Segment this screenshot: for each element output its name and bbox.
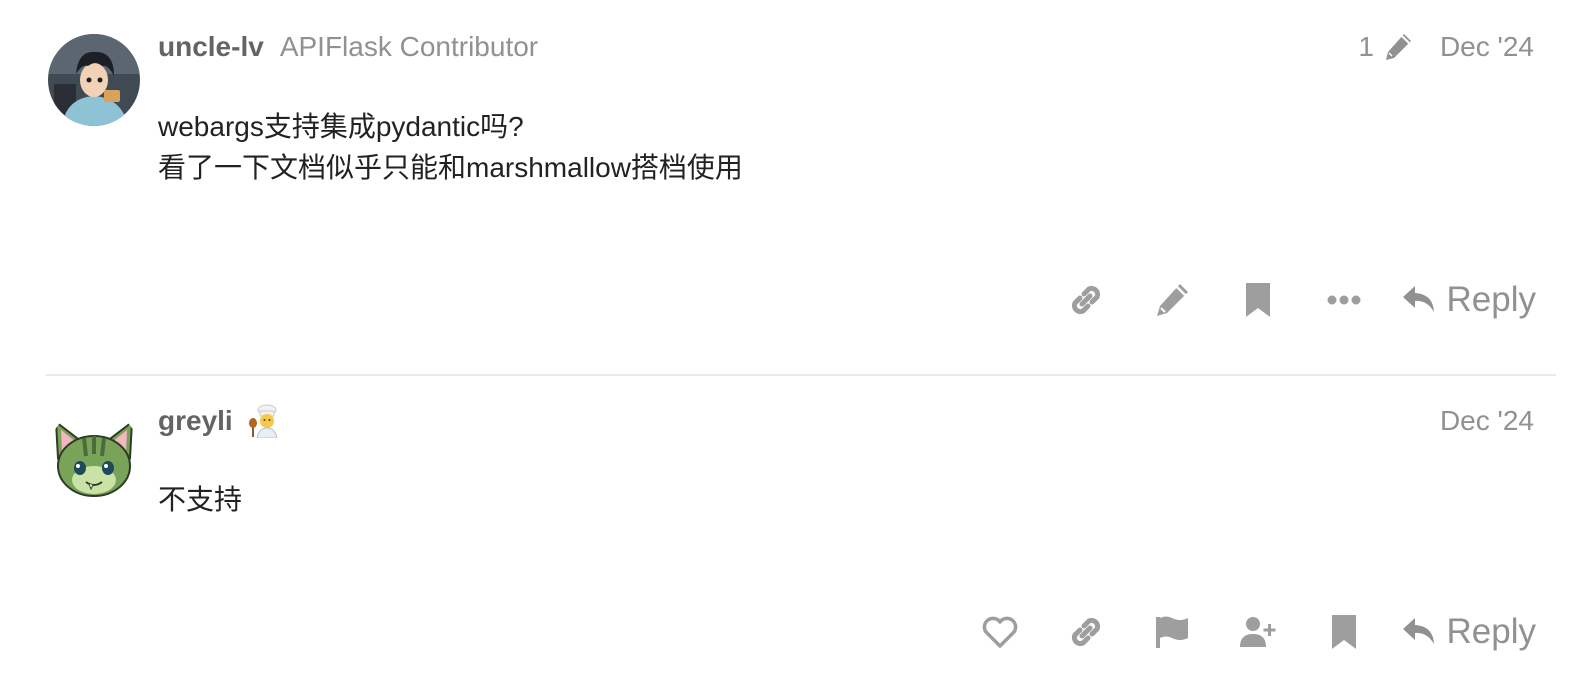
post-meta-right: Dec '24 bbox=[1440, 405, 1534, 437]
flag-icon bbox=[1155, 616, 1188, 648]
pencil-icon bbox=[1156, 284, 1188, 316]
heart-icon bbox=[982, 616, 1017, 648]
link-icon bbox=[1071, 617, 1100, 647]
reply-icon bbox=[1402, 286, 1434, 312]
post-date[interactable]: Dec '24 bbox=[1440, 405, 1534, 437]
post-actions: Reply bbox=[957, 607, 1536, 657]
user-plus-icon bbox=[1239, 617, 1276, 647]
post-body-line: 不支持 bbox=[158, 484, 243, 515]
post-date[interactable]: Dec '24 bbox=[1440, 31, 1534, 63]
post-meta: greyli Dec '24 bbox=[158, 401, 1534, 441]
username[interactable]: uncle-lv bbox=[158, 31, 264, 63]
edit-count: 1 bbox=[1358, 31, 1374, 62]
avatar[interactable] bbox=[48, 34, 140, 126]
flag-button[interactable] bbox=[1129, 607, 1215, 657]
reply-label: Reply bbox=[1446, 612, 1536, 651]
username[interactable]: greyli bbox=[158, 405, 233, 437]
post-body-line: webargs支持集成pydantic吗? bbox=[158, 111, 524, 142]
edit-button[interactable] bbox=[1129, 275, 1215, 325]
post-body-line: 看了一下文档似乎只能和marshmallow搭档使用 bbox=[158, 152, 743, 183]
avatar-image bbox=[48, 408, 140, 500]
cook-emoji-icon bbox=[248, 404, 281, 439]
post-actions: Reply bbox=[1043, 275, 1536, 325]
post-meta: uncle-lv APIFlask Contributor 1 Dec '24 bbox=[158, 27, 1534, 67]
link-icon bbox=[1071, 285, 1100, 315]
reply-label: Reply bbox=[1446, 280, 1536, 319]
bookmark-button[interactable] bbox=[1301, 607, 1387, 657]
reply-button[interactable]: Reply bbox=[1401, 612, 1536, 652]
post-body: 不支持 bbox=[158, 479, 242, 520]
pencil-icon bbox=[1385, 34, 1411, 60]
post-body: webargs支持集成pydantic吗? 看了一下文档似乎只能和marshma… bbox=[158, 106, 743, 188]
bookmark-icon bbox=[1331, 615, 1356, 649]
reply-icon bbox=[1402, 618, 1434, 644]
like-button[interactable] bbox=[957, 607, 1043, 657]
more-actions-button[interactable] bbox=[1301, 275, 1387, 325]
copy-link-button[interactable] bbox=[1043, 275, 1129, 325]
invite-button[interactable] bbox=[1215, 607, 1301, 657]
post-divider bbox=[46, 374, 1556, 376]
avatar-image bbox=[48, 34, 140, 126]
more-icon bbox=[1327, 295, 1361, 305]
copy-link-button[interactable] bbox=[1043, 607, 1129, 657]
edit-history-button[interactable]: 1 bbox=[1358, 31, 1414, 63]
post-meta-right: 1 Dec '24 bbox=[1358, 31, 1534, 63]
user-title: APIFlask Contributor bbox=[279, 31, 539, 62]
bookmark-icon bbox=[1245, 283, 1270, 317]
reply-button[interactable]: Reply bbox=[1401, 280, 1536, 320]
bookmark-button[interactable] bbox=[1215, 275, 1301, 325]
avatar[interactable] bbox=[48, 408, 140, 500]
